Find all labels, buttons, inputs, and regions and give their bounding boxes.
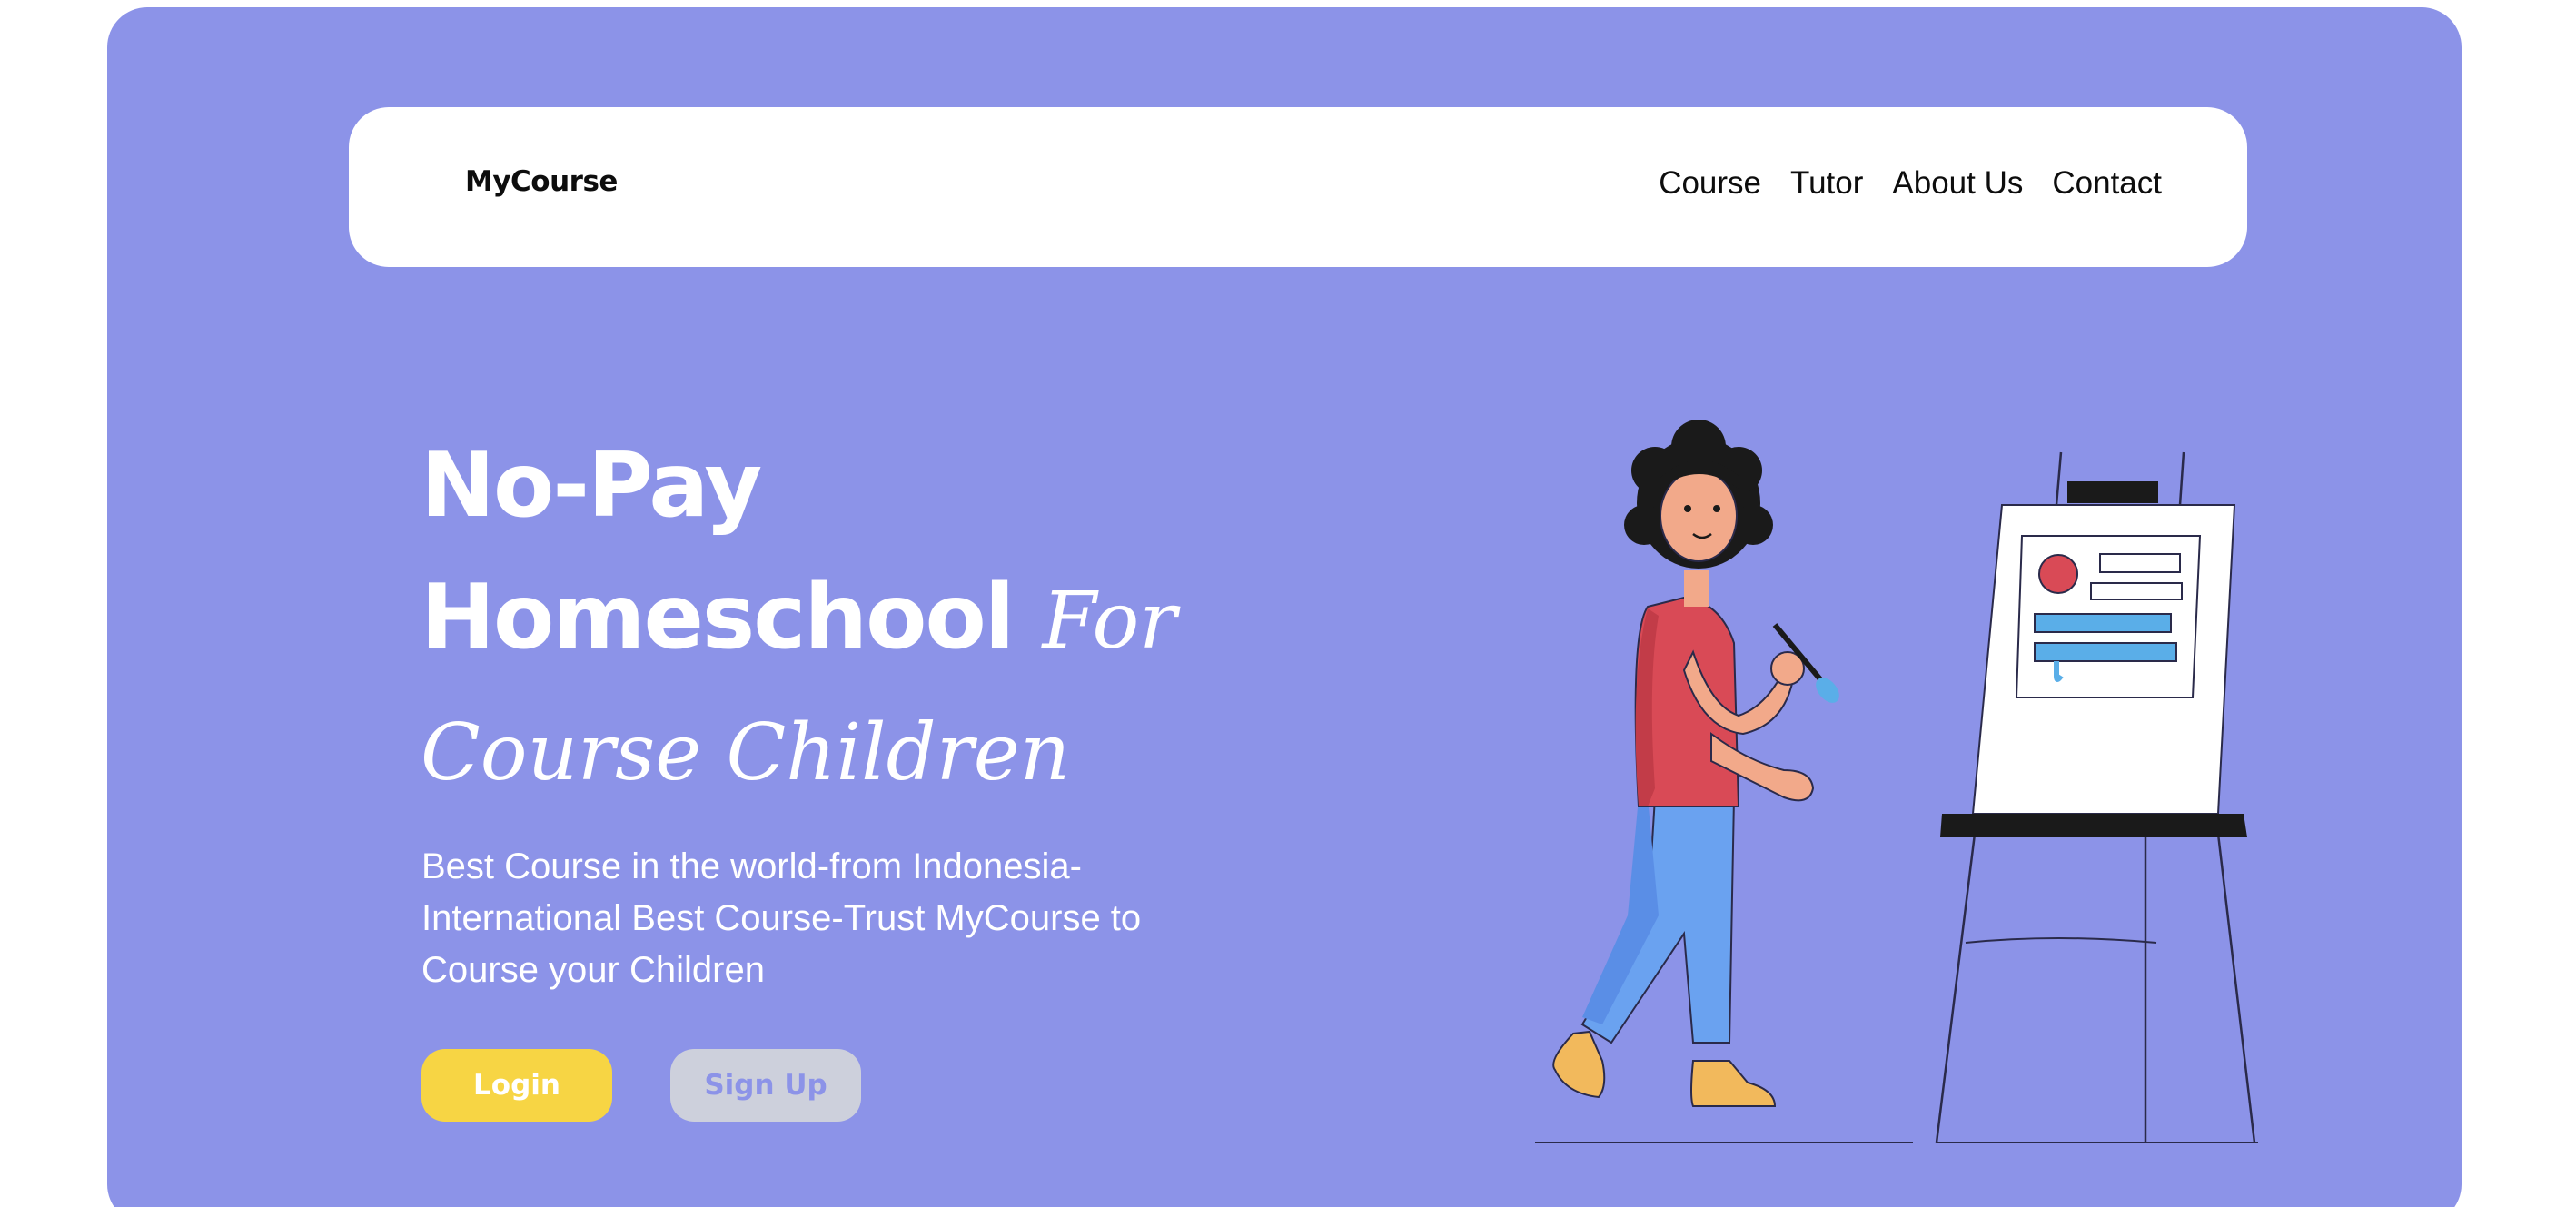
headline-line-3: Course Children: [421, 707, 1071, 798]
nav-links: Course Tutor About Us Contact: [1659, 165, 2162, 202]
nav-item-course[interactable]: Course: [1659, 165, 1761, 202]
headline-line-2: Homeschool For: [421, 552, 1238, 688]
nav-item-contact[interactable]: Contact: [2052, 165, 2162, 202]
headline-line-1: No-Pay: [421, 434, 762, 538]
child-painting-easel-illustration: [1535, 420, 2258, 1143]
hero-subtext: Best Course in the world-from Indonesia-…: [421, 846, 1142, 990]
brand-logo[interactable]: MyCourse: [465, 165, 618, 198]
hero-headline: No-Pay Homeschool For Course Children: [421, 420, 1238, 819]
headline-for: For: [1042, 576, 1177, 667]
login-button[interactable]: Login: [421, 1049, 612, 1122]
hero-section: MyCourse Course Tutor About Us Contact N…: [107, 7, 2462, 1207]
headline-homeschool: Homeschool: [421, 566, 1015, 669]
nav-item-about-us[interactable]: About Us: [1892, 165, 2023, 202]
nav-item-tutor[interactable]: Tutor: [1790, 165, 1863, 202]
sign-up-button[interactable]: Sign Up: [670, 1049, 861, 1122]
navbar: MyCourse Course Tutor About Us Contact: [349, 107, 2247, 267]
